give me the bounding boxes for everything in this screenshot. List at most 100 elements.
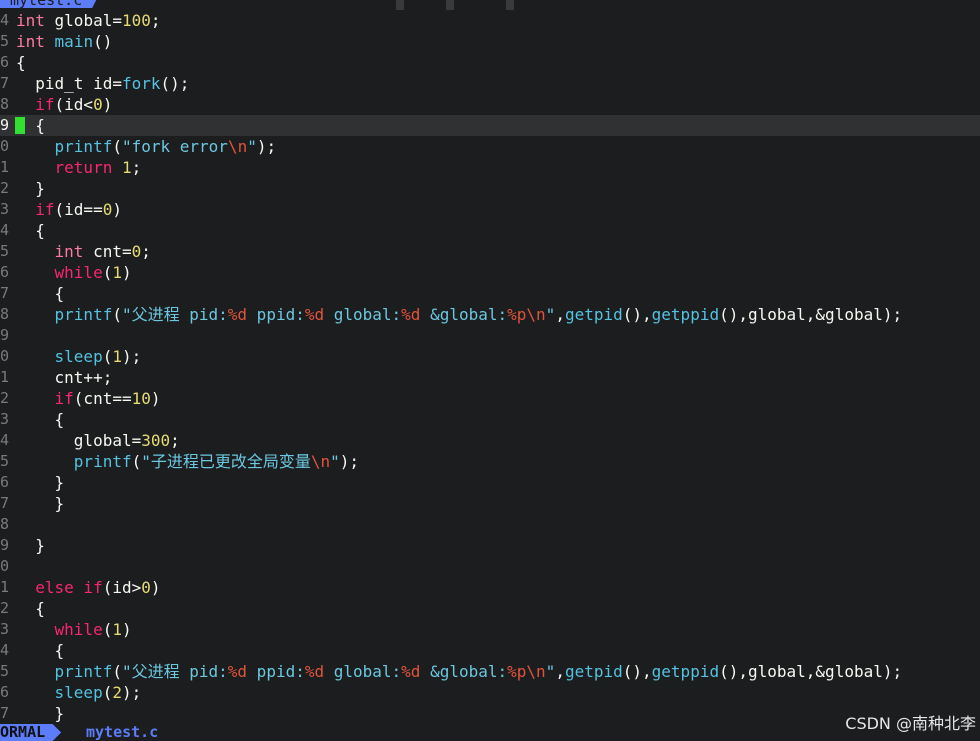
code-token: (), (622, 305, 652, 324)
code-editor[interactable]: 4 int global=100; 5 int main() 6{7 pid_t id=… (0, 10, 980, 724)
code-token: ppid: (247, 305, 305, 324)
code-text: while(1) (16, 262, 132, 283)
code-token: } (16, 179, 45, 198)
code-line[interactable]: 6{ (0, 52, 980, 73)
line-number: 8 (0, 515, 9, 533)
code-token: sleep (54, 683, 103, 702)
code-line[interactable]: 1 cnt++; (0, 367, 980, 388)
line-number: 3 (0, 200, 9, 218)
code-token: ( (102, 347, 113, 366)
code-line[interactable]: 5 printf("父进程 pid:%d ppid:%d global:%d &… (0, 661, 980, 682)
code-line[interactable]: 4 int global=100; (0, 10, 980, 31)
code-token: 1 (112, 263, 122, 282)
code-line[interactable]: 9 { (0, 115, 980, 136)
code-line[interactable]: 6 while(1) (0, 262, 980, 283)
code-token: (id< (54, 95, 94, 114)
code-line[interactable]: 3 if(id==0) (0, 199, 980, 220)
line-number: 4 (0, 641, 9, 659)
line-number: 9 (0, 536, 9, 554)
tabline: mytest.c (0, 0, 980, 10)
code-token: int (16, 32, 45, 51)
code-token: () (93, 32, 113, 51)
line-number: 4 (0, 431, 9, 449)
code-token: "子进程已更改全局变量 (141, 452, 311, 471)
code-line[interactable]: 9 } (0, 535, 980, 556)
line-number: 3 (0, 620, 9, 638)
code-token: ) (121, 620, 132, 639)
code-line[interactable]: 8 printf("父进程 pid:%d ppid:%d global:%d &… (0, 304, 980, 325)
code-line[interactable]: 4 { (0, 220, 980, 241)
code-text: { (16, 52, 26, 73)
code-token: if (35, 200, 55, 219)
line-number: 1 (0, 368, 9, 386)
code-line[interactable]: 2 } (0, 178, 980, 199)
code-token: ( (102, 683, 113, 702)
code-line[interactable]: 4 { (0, 640, 980, 661)
tabline-marker (396, 0, 404, 10)
code-line[interactable]: 6 sleep(2); (0, 682, 980, 703)
code-text: { (16, 409, 65, 430)
code-line[interactable]: 7 } (0, 703, 980, 724)
code-token: ); (339, 452, 360, 471)
code-text: printf("子进程已更改全局变量\n"); (16, 451, 359, 472)
code-line[interactable]: 3 while(1) (0, 619, 980, 640)
code-line[interactable]: 0 sleep(1); (0, 346, 980, 367)
line-number: 7 (0, 704, 9, 722)
code-line[interactable]: 4 global=300; (0, 430, 980, 451)
code-token: ); (256, 137, 277, 156)
line-number: 5 (0, 452, 9, 470)
file-tab[interactable]: mytest.c (0, 0, 101, 9)
code-line[interactable]: 1 return 1; (0, 157, 980, 178)
code-line[interactable]: 9 (0, 325, 980, 346)
code-text: cnt++; (16, 367, 113, 388)
code-token: global= (16, 431, 142, 450)
code-token: 100 (121, 11, 151, 30)
code-line[interactable]: 3 { (0, 409, 980, 430)
code-token: ) (150, 578, 161, 597)
code-line[interactable]: 2 if(cnt==10) (0, 388, 980, 409)
code-token: { (16, 221, 45, 240)
code-line[interactable]: 7 } (0, 493, 980, 514)
file-tab-label: mytest.c (10, 0, 83, 9)
code-token: ; (141, 242, 151, 261)
code-line[interactable]: 6 } (0, 472, 980, 493)
code-token: main (54, 32, 94, 51)
code-line[interactable]: 0 printf("fork error\n"); (0, 136, 980, 157)
code-token: { (16, 116, 45, 135)
code-token: \n (227, 137, 248, 156)
code-token: \n (310, 452, 331, 471)
code-text: pid_t id=fork(); (16, 73, 189, 94)
code-text: if(id<0) (16, 94, 112, 115)
code-token: (); (160, 74, 190, 93)
line-number: 9 (0, 116, 9, 134)
code-text: printf("fork error\n"); (16, 136, 277, 157)
code-token: global= (44, 11, 122, 30)
code-token: { (16, 53, 26, 72)
code-line[interactable]: 2 { (0, 598, 980, 619)
line-number: 1 (0, 578, 9, 596)
mode-label: ORMAL (0, 723, 46, 741)
code-line[interactable]: 8 (0, 514, 980, 535)
code-line[interactable]: 5 int main() (0, 31, 980, 52)
code-text: while(1) (16, 619, 132, 640)
code-text: sleep(1); (16, 346, 142, 367)
line-number: 0 (0, 137, 9, 155)
code-token: else (35, 578, 74, 597)
code-text: else if(id>0) (16, 577, 161, 598)
code-line[interactable]: 1 else if(id>0) (0, 577, 980, 598)
code-line[interactable]: 8 if(id<0) (0, 94, 980, 115)
mode-indicator: ORMAL (0, 723, 62, 741)
code-line[interactable]: 0 (0, 556, 980, 577)
code-text: { (16, 115, 45, 136)
code-line[interactable]: 5 printf("子进程已更改全局变量\n"); (0, 451, 980, 472)
code-token: int (16, 11, 45, 30)
code-token: %d (227, 662, 248, 681)
code-line[interactable]: 7 { (0, 283, 980, 304)
code-line[interactable]: 5 int cnt=0; (0, 241, 980, 262)
code-line[interactable]: 7 pid_t id=fork(); (0, 73, 980, 94)
code-token: cnt++; (16, 368, 113, 387)
code-token: 2 (112, 683, 122, 702)
code-token: , (555, 305, 565, 324)
